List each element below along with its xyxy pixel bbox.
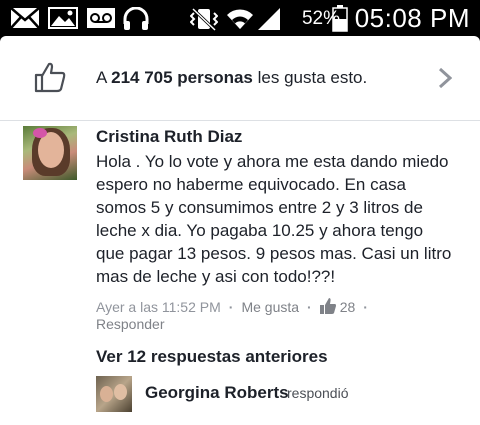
comment-meta: Ayer a las 11:52 PM · Me gusta · 28 · [96,298,368,317]
battery-icon [332,5,348,37]
wifi-icon [226,7,254,36]
voicemail-icon [86,7,116,34]
likes-count-text: A 214 705 personas les gusta esto. [96,68,368,87]
like-button[interactable]: Me gusta [241,299,299,315]
likes-summary-row[interactable]: A 214 705 personas les gusta esto. [0,36,480,121]
reply-author[interactable]: Georgina Roberts [145,383,289,403]
image-icon [48,7,78,34]
clock: 05:08 PM [354,3,470,33]
comment-timestamp: Ayer a las 11:52 PM [96,299,221,315]
headphones-icon [122,6,150,36]
avatar[interactable] [23,126,77,180]
reply-avatar[interactable] [96,376,132,412]
signal-icon [256,7,282,36]
vibrate-icon [189,7,219,36]
likes-count: 214 705 personas [111,68,253,87]
status-bar: 52% 05:08 PM [0,0,480,36]
comment-author[interactable]: Cristina Ruth Diaz [96,127,242,147]
mail-icon [10,7,40,34]
comments-panel: A 214 705 personas les gusta esto. Crist… [0,36,480,425]
like-count-icon [319,298,336,317]
like-count: 28 [339,299,356,315]
reply-button[interactable]: Responder [96,316,165,332]
chevron-right-icon[interactable] [438,67,453,94]
previous-replies-link[interactable]: Ver 12 respuestas anteriores [96,347,328,367]
reply-verb: respondió [287,385,349,401]
comment-text: Hola . Yo lo vote y ahora me esta dando … [96,152,452,286]
thumbs-up-icon [33,60,67,99]
